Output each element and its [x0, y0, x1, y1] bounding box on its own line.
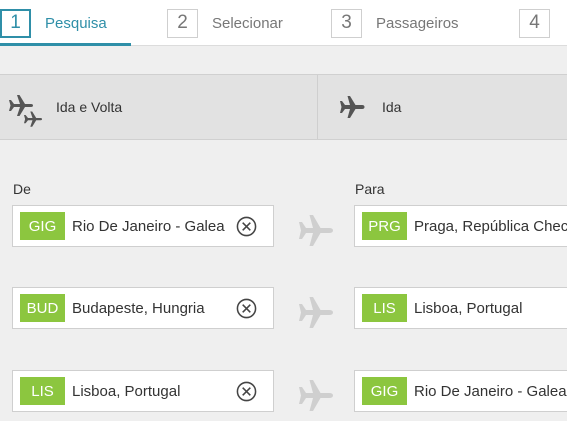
step-four[interactable]: 4 — [519, 0, 550, 46]
tab-one-way[interactable]: Ida — [337, 75, 401, 139]
route-plane-icon — [299, 297, 333, 328]
destination-city: Lisboa, Portugal — [414, 299, 523, 317]
origin-field-2[interactable]: BUD Budapeste, Hungria — [12, 287, 274, 329]
origin-city: Lisboa, Portugal — [72, 382, 181, 400]
destination-city: Praga, República Chec — [414, 217, 567, 235]
destination-code: LIS — [362, 294, 407, 322]
step-label: Selecionar — [212, 14, 283, 32]
route-plane-icon — [299, 380, 333, 411]
clear-icon[interactable] — [236, 216, 257, 237]
step-number: 2 — [167, 8, 198, 38]
destination-field-3[interactable]: GIG Rio De Janeiro - Galea — [354, 370, 567, 412]
origin-city: Rio De Janeiro - Galea — [72, 217, 225, 235]
step-number: 4 — [519, 8, 550, 38]
trip-type-bar: Ida e Volta Ida — [0, 74, 567, 140]
destination-code: PRG — [362, 212, 407, 240]
round-trip-label: Ida e Volta — [56, 99, 123, 115]
origin-code: BUD — [20, 294, 65, 322]
step-select[interactable]: 2 Selecionar — [167, 0, 283, 46]
tab-round-trip[interactable]: Ida e Volta — [6, 75, 122, 139]
origin-field-1[interactable]: GIG Rio De Janeiro - Galea — [12, 205, 274, 247]
clear-icon[interactable] — [236, 298, 257, 319]
step-search[interactable]: 1 Pesquisa — [0, 0, 131, 46]
one-way-plane-icon — [340, 96, 365, 118]
origin-field-3[interactable]: LIS Lisboa, Portugal — [12, 370, 274, 412]
origin-code: LIS — [20, 377, 65, 405]
destination-field-2[interactable]: LIS Lisboa, Portugal — [354, 287, 567, 329]
route-plane-icon — [299, 215, 333, 246]
step-label: Passageiros — [376, 14, 459, 32]
origin-city: Budapeste, Hungria — [72, 299, 205, 317]
origin-code: GIG — [20, 212, 65, 240]
destination-city: Rio De Janeiro - Galea — [414, 382, 567, 400]
step-number: 1 — [0, 8, 31, 38]
one-way-label: Ida — [382, 99, 402, 115]
destination-field-1[interactable]: PRG Praga, República Chec — [354, 205, 567, 247]
to-label: Para — [355, 181, 385, 197]
destination-code: GIG — [362, 377, 407, 405]
step-passengers[interactable]: 3 Passageiros — [331, 0, 459, 46]
from-label: De — [13, 181, 31, 197]
clear-icon[interactable] — [236, 381, 257, 402]
trip-divider — [317, 75, 318, 139]
booking-steps: 1 Pesquisa 2 Selecionar 3 Passageiros 4 — [0, 0, 567, 46]
step-number: 3 — [331, 8, 362, 38]
round-trip-plane-icon — [9, 95, 42, 127]
step-label: Pesquisa — [45, 14, 107, 32]
